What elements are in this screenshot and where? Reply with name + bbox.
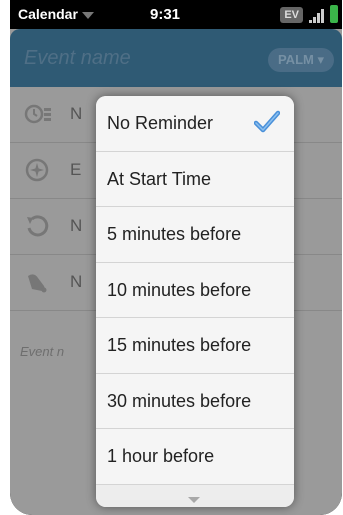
- chevron-down-icon: [81, 11, 94, 19]
- menu-item-label: 30 minutes before: [107, 390, 252, 411]
- event-header: Event name PALM ▾: [10, 29, 342, 87]
- row-reminder-text: N: [70, 272, 83, 291]
- repeat-icon: [24, 214, 52, 238]
- status-indicators: EV: [280, 5, 338, 23]
- row-repeat-text: N: [70, 216, 83, 235]
- menu-item-1-hour[interactable]: 1 hour before: [96, 429, 294, 485]
- menu-item-15-minutes[interactable]: 15 minutes before: [96, 318, 294, 374]
- carrier-badge: EV: [280, 7, 303, 23]
- chevron-down-icon: [188, 496, 200, 503]
- menu-item-label: 1 hour before: [107, 446, 215, 466]
- status-bar: Calendar 9:31 EV: [10, 0, 342, 29]
- event-notes-field[interactable]: Event n: [20, 344, 64, 359]
- menu-item-label: 10 minutes before: [107, 279, 252, 300]
- menu-item-30-minutes[interactable]: 30 minutes before: [96, 373, 294, 429]
- battery-icon: [330, 5, 338, 23]
- menu-item-at-start-time[interactable]: At Start Time: [96, 151, 294, 207]
- menu-item-label: At Start Time: [107, 168, 212, 189]
- menu-item-label: No Reminder: [107, 113, 214, 133]
- menu-item-10-minutes[interactable]: 10 minutes before: [96, 262, 294, 318]
- reminder-menu: No Reminder At Start Time 5 minutes befo…: [96, 96, 294, 507]
- menu-item-5-minutes[interactable]: 5 minutes before: [96, 207, 294, 263]
- app-menu[interactable]: Calendar: [18, 6, 94, 22]
- checkmark-icon: [253, 110, 281, 134]
- row-location-text: E: [70, 160, 82, 179]
- row-time-text: N: [70, 104, 83, 123]
- menu-item-label: 5 minutes before: [107, 224, 242, 244]
- event-name-field[interactable]: Event name: [24, 47, 131, 70]
- menu-item-label: 15 minutes before: [107, 335, 252, 355]
- menu-item-no-reminder[interactable]: No Reminder: [96, 96, 294, 152]
- calendar-label: PALM: [277, 52, 314, 67]
- bell-icon: [24, 270, 52, 294]
- device-frame: Calendar 9:31 EV Event name PALM ▾ N E N…: [10, 0, 342, 515]
- signal-icon: [309, 7, 324, 23]
- clock: 9:31: [150, 6, 181, 23]
- chevron-down-icon: ▾: [317, 52, 324, 67]
- compass-icon: [24, 158, 52, 182]
- alarm-icon: [24, 102, 52, 126]
- app-name: Calendar: [18, 6, 78, 22]
- calendar-selector[interactable]: PALM ▾: [267, 48, 334, 72]
- scroll-more-indicator[interactable]: [96, 484, 294, 507]
